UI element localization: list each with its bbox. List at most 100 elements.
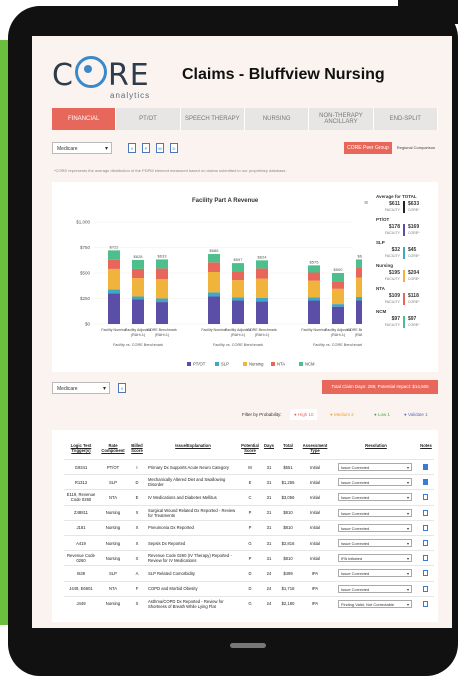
core-peer-group-button[interactable]: CORE Peer Group [344, 142, 392, 154]
resolution-select[interactable]: Issue Corrected [338, 539, 412, 547]
pdf-export-icon[interactable]: P [142, 143, 150, 153]
table-cell: 24 [266, 601, 272, 607]
tab-non-therapy-ancillary[interactable]: NON-THERAPY ANCILLARY [309, 108, 374, 130]
table-cell: E [135, 494, 139, 500]
bar-total-label: $686 [210, 248, 220, 253]
column-header[interactable]: Days [262, 443, 276, 448]
tab-speech-therapy[interactable]: SPEECH THERAPY [180, 108, 245, 130]
bar-segment [332, 304, 344, 307]
note-icon[interactable] [423, 479, 428, 486]
table-cell: $3,056 [281, 494, 295, 500]
note-icon[interactable] [423, 600, 428, 607]
resolution-select[interactable]: Issue Corrected [338, 493, 412, 502]
note-icon[interactable] [423, 540, 428, 546]
bar-segment [132, 299, 144, 324]
legend-swatch [299, 362, 303, 366]
legend-label: PT/OT [193, 362, 206, 367]
note-icon[interactable] [423, 464, 428, 470]
bar-total-label: $575 [310, 259, 320, 264]
table-cell: Nursing [105, 540, 121, 546]
table-cell: P [248, 525, 252, 531]
table-cell: 31 [266, 510, 272, 516]
note-icon[interactable] [423, 555, 428, 562]
column-header[interactable]: Total [278, 443, 298, 448]
home-button[interactable] [230, 643, 266, 648]
table-cell: X [135, 510, 139, 516]
resolution-select[interactable]: Issue Corrected [338, 584, 412, 593]
excel-export-icon[interactable]: X [128, 143, 136, 153]
column-header[interactable]: Logic Test Trigger(s) [64, 443, 98, 453]
document-icon[interactable]: D [170, 143, 178, 153]
filter-high[interactable]: ● High 10 [290, 409, 318, 420]
bar-segment [232, 297, 244, 301]
table-cell: I639 [76, 570, 86, 576]
bar-segment [356, 296, 362, 301]
regional-comparison-button[interactable]: Regional Comparison [394, 142, 438, 154]
core-average: $633 CORE* [408, 201, 420, 212]
tab-pt-ot[interactable]: PT/OT [116, 108, 181, 130]
bar-segment [208, 262, 220, 272]
note-icon[interactable] [423, 509, 428, 516]
note-icon[interactable] [423, 585, 428, 592]
table-cell: Mechanically Altered Diet and Swallowing… [148, 477, 226, 488]
resolution-select[interactable]: IPA Initiated [338, 554, 412, 563]
bar-segment [156, 302, 168, 324]
bar-segment [332, 288, 344, 305]
legend-swatch [215, 362, 219, 366]
average-title: Average for TOTAL [376, 194, 417, 199]
table-cell: $1,255 [281, 479, 295, 485]
bar-segment [308, 297, 320, 301]
claims-payer-select[interactable]: Medicare [52, 382, 110, 395]
column-header[interactable]: Potential Score [240, 443, 260, 453]
tab-nursing[interactable]: NURSING [244, 108, 310, 130]
table-cell: 24 [266, 570, 272, 576]
column-header[interactable]: Resolution [336, 443, 416, 448]
table-cell: J449 [76, 601, 86, 607]
word-export-icon[interactable]: W [156, 143, 164, 153]
table-cell: 31 [266, 494, 272, 500]
note-icon[interactable] [423, 494, 428, 501]
resolution-select[interactable]: Finding Valid, Not Correctable [338, 599, 412, 608]
bar-segment [256, 278, 268, 298]
column-header[interactable]: Notes [418, 443, 434, 448]
resolution-select[interactable]: Issue Corrected [338, 523, 412, 532]
column-header[interactable]: Billed Score [128, 443, 146, 453]
core-footnote: *CORE represents the average distributio… [54, 168, 287, 173]
tab-financial[interactable]: FINANCIAL [52, 108, 117, 130]
y-tick-label: $0 [85, 322, 91, 327]
average-divider [403, 270, 405, 282]
note-icon[interactable] [423, 570, 428, 577]
table-cell: A [135, 570, 139, 576]
filter-validate[interactable]: ● Validate 1 [404, 412, 428, 417]
resolution-select[interactable]: Issue Corrected [338, 508, 412, 517]
core-average: $97 CORE* [408, 316, 420, 327]
resolution-select[interactable]: Issue Corrected [338, 478, 412, 487]
note-icon[interactable] [423, 524, 428, 531]
bar-segment [308, 280, 320, 298]
resolution-select[interactable]: Issue Corrected [338, 463, 412, 471]
facility-average: $32 FACILITY [384, 247, 400, 258]
column-header[interactable]: Issue/Explanation [148, 443, 238, 448]
x-category-label-sub: (RAH=1) [155, 333, 169, 337]
table-cell: IPA [311, 601, 319, 607]
table-cell: $810 [283, 510, 293, 516]
logo-subtitle: analytics [110, 91, 151, 100]
resolution-select[interactable]: Issue Corrected [338, 569, 412, 578]
chart-menu-icon[interactable]: ≡ [364, 200, 368, 207]
tablet-frame: C RE analytics Claims - Bluffview Nursing… [8, 6, 458, 676]
average-values-row: $109 FACILITY $118 CORE* [376, 293, 436, 305]
probability-filter: Filter by Probability: ● High 10 ● Mediu… [52, 408, 438, 422]
table-cell: Asthma/COPD Dx Reported - Review for Sho… [148, 598, 224, 609]
tab-end-split[interactable]: END-SPLIT [373, 108, 438, 130]
facility-tag: FACILITY [384, 277, 400, 281]
claims-excel-export-icon[interactable]: X [118, 383, 126, 393]
x-category-label-sub: (RAH=1) [231, 333, 245, 337]
filter-low[interactable]: ● Low 1 [374, 412, 390, 417]
bar-segment [356, 300, 362, 324]
bar-total-label: $633 [358, 253, 362, 258]
payer-select[interactable]: Medicare [52, 142, 112, 155]
column-header[interactable]: Assessment Type [300, 443, 330, 453]
table-cell: 24 [266, 586, 272, 592]
filter-medium[interactable]: ● Medium 2 [330, 412, 354, 417]
column-header[interactable]: Rate Component [100, 443, 126, 453]
